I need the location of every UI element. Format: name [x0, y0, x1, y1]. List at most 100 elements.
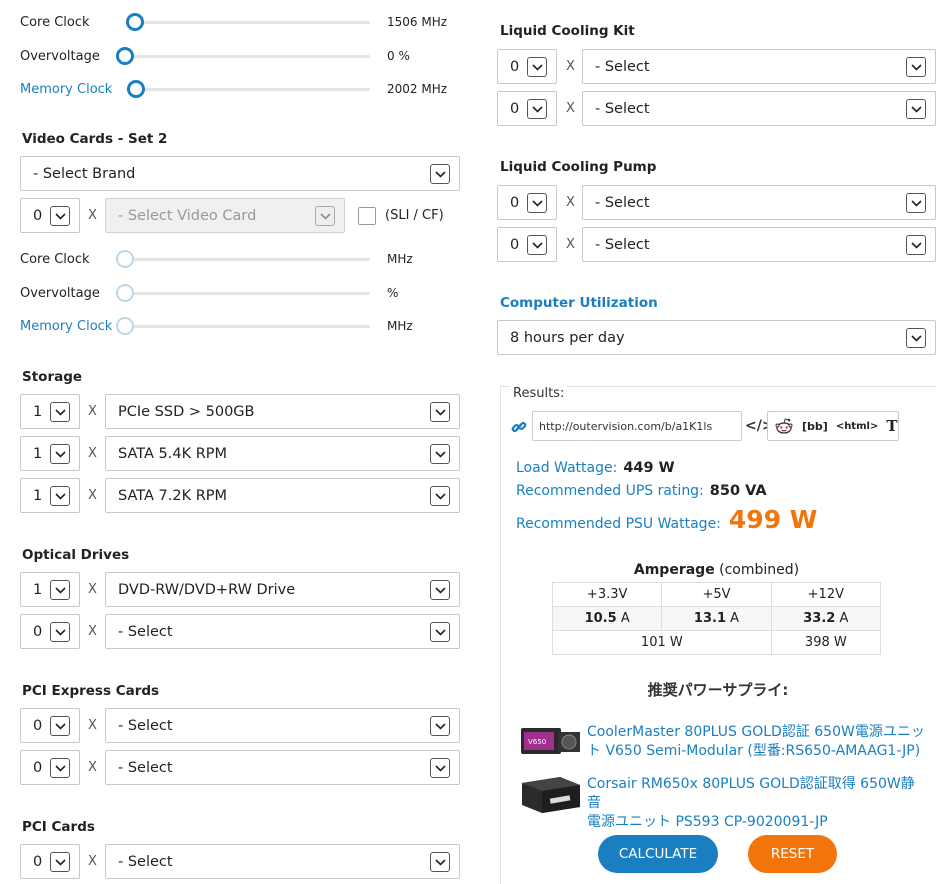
amps-5v-value: 13.1 — [693, 611, 726, 626]
watts-12v-rail: 398 W — [770, 630, 882, 655]
storage-qty-value: 1 — [33, 403, 43, 420]
storage-select[interactable]: SATA 7.2K RPM — [105, 478, 460, 513]
multiply-sign: X — [566, 237, 575, 252]
optical-drive-select[interactable]: - Select — [105, 614, 460, 649]
overvoltage-slider-track[interactable] — [126, 55, 370, 58]
liquid-cooling-kit-select[interactable]: - Select — [582, 91, 936, 126]
amperage-table: +3.3V +5V +12V 10.5 A 13.1 A 33.2 A 101 … — [551, 582, 882, 655]
reddit-icon[interactable] — [774, 416, 794, 436]
corsair-psu-link[interactable]: Corsair RM650x 80PLUS GOLD認証取得 650W静音 電源… — [587, 775, 927, 832]
multiply-sign: X — [566, 101, 575, 116]
utilization-select[interactable]: 8 hours per day — [497, 320, 936, 355]
watts-low-rails: 101 W — [552, 630, 772, 655]
memory-clock-slider-thumb[interactable] — [127, 80, 145, 98]
overvoltage-slider-thumb[interactable] — [116, 47, 134, 65]
core-clock-slider-track[interactable] — [126, 21, 370, 24]
overvoltage-label: Overvoltage — [20, 49, 100, 64]
chevron-down-icon — [50, 622, 70, 642]
brand-select-value: - Select Brand — [33, 165, 136, 182]
set2-overvoltage-slider-thumb[interactable] — [116, 284, 134, 302]
liquid-cooling-kit-qty-select[interactable]: 0 — [497, 49, 557, 84]
liquid-cooling-pump-select[interactable]: - Select — [582, 227, 936, 262]
chevron-down-icon — [50, 402, 70, 422]
pcie-card-heading: PCI Express Cards — [22, 683, 160, 699]
psu-wattage-row: Recommended PSU Wattage: 499 W — [516, 505, 817, 534]
corsair-psu-image[interactable] — [520, 773, 582, 813]
load-wattage-row: Load Wattage: 449 W — [516, 460, 675, 476]
chevron-down-icon — [50, 580, 70, 600]
optical-drive-qty-select[interactable]: 0 — [20, 614, 80, 649]
rail-3v3: +3.3V — [551, 582, 663, 607]
multiply-sign: X — [88, 582, 97, 597]
pcie-card-qty-select[interactable]: 0 — [20, 750, 80, 785]
memory-clock-slider-track[interactable] — [126, 88, 370, 91]
pcie-card-select-value: - Select — [118, 717, 173, 734]
reset-button[interactable]: RESET — [748, 835, 837, 873]
optical-drive-qty-select[interactable]: 1 — [20, 572, 80, 607]
multiply-sign: X — [566, 195, 575, 210]
multiply-sign: X — [88, 488, 97, 503]
storage-select-value: SATA 7.2K RPM — [118, 487, 228, 504]
set2-memory-clock-slider-thumb[interactable] — [116, 317, 134, 335]
chevron-down-icon — [430, 580, 450, 600]
chevron-down-icon — [430, 486, 450, 506]
text-button[interactable]: T — [886, 417, 897, 435]
set2-overvoltage-unit: % — [387, 286, 399, 300]
chevron-down-icon — [50, 852, 70, 872]
share-format-toolbar: [bb] <html> T — [767, 411, 899, 441]
storage-qty-select[interactable]: 1 — [20, 478, 80, 513]
liquid-cooling-kit-qty-select[interactable]: 0 — [497, 91, 557, 126]
share-url-input[interactable]: http://outervision.com/b/a1K1ls — [532, 411, 742, 441]
core-clock-slider-thumb[interactable] — [126, 13, 144, 31]
video-card-select-value: - Select Video Card — [118, 207, 257, 224]
storage-qty-select[interactable]: 1 — [20, 394, 80, 429]
sli-label: (SLI / CF) — [385, 208, 444, 223]
calculate-button[interactable]: CALCULATE — [598, 835, 718, 873]
svg-text:V650: V650 — [528, 738, 546, 746]
set2-core-clock-unit: MHz — [387, 252, 413, 266]
coolermaster-psu-link[interactable]: CoolerMaster 80PLUS GOLD認証 650W電源ユニッ ト V… — [587, 723, 927, 761]
storage-qty-select[interactable]: 1 — [20, 436, 80, 471]
html-button[interactable]: <html> — [836, 421, 879, 432]
set2-memory-clock-slider-track[interactable] — [126, 325, 370, 328]
core-clock-value: 1506 MHz — [387, 15, 448, 29]
ups-rating-value: 850 VA — [709, 483, 767, 499]
set2-core-clock-slider-thumb[interactable] — [116, 250, 134, 268]
pci-card-qty-select[interactable]: 0 — [20, 844, 80, 879]
amps-12v: 33.2 A — [770, 606, 882, 631]
chevron-down-icon — [430, 758, 450, 778]
liquid-cooling-pump-select[interactable]: - Select — [582, 185, 936, 220]
pcie-card-select[interactable]: - Select — [105, 750, 460, 785]
pcie-card-select[interactable]: - Select — [105, 708, 460, 743]
coolermaster-psu-image[interactable]: V650 — [520, 722, 582, 758]
video-card-qty-select[interactable]: 0 — [20, 198, 80, 233]
liquid-cooling-pump-qty-select[interactable]: 0 — [497, 185, 557, 220]
optical-drive-heading: Optical Drives — [22, 547, 130, 563]
optical-drive-select[interactable]: DVD-RW/DVD+RW Drive — [105, 572, 460, 607]
liquid-cooling-kit-select[interactable]: - Select — [582, 49, 936, 84]
bbcode-button[interactable]: [bb] — [802, 420, 828, 433]
pci-card-select[interactable]: - Select — [105, 844, 460, 879]
storage-select-value: PCIe SSD > 500GB — [118, 403, 255, 420]
multiply-sign: X — [88, 718, 97, 733]
chevron-down-icon — [430, 852, 450, 872]
utilization-select-value: 8 hours per day — [510, 329, 625, 346]
chevron-down-icon — [527, 57, 547, 77]
set2-overvoltage-slider-track[interactable] — [126, 292, 370, 295]
load-wattage-value: 449 W — [623, 460, 675, 476]
brand-select[interactable]: - Select Brand — [20, 156, 460, 191]
liquid-cooling-pump-select-value: - Select — [595, 194, 650, 211]
storage-select[interactable]: PCIe SSD > 500GB — [105, 394, 460, 429]
liquid-cooling-kit-select-value: - Select — [595, 100, 650, 117]
liquid-cooling-pump-qty-select[interactable]: 0 — [497, 227, 557, 262]
video-card-select[interactable]: - Select Video Card — [105, 198, 345, 233]
recommend-heading: 推奨パワーサプライ: — [647, 681, 789, 699]
corsair-psu-link-line1: Corsair RM650x 80PLUS GOLD認証取得 650W静音 — [587, 776, 915, 811]
storage-select[interactable]: SATA 5.4K RPM — [105, 436, 460, 471]
sli-checkbox[interactable] — [358, 207, 376, 225]
liquid-cooling-pump-qty-value: 0 — [510, 236, 520, 253]
chevron-down-icon — [430, 716, 450, 736]
pcie-card-qty-select[interactable]: 0 — [20, 708, 80, 743]
load-wattage-label: Load Wattage: — [516, 460, 618, 476]
set2-core-clock-slider-track[interactable] — [126, 258, 370, 261]
